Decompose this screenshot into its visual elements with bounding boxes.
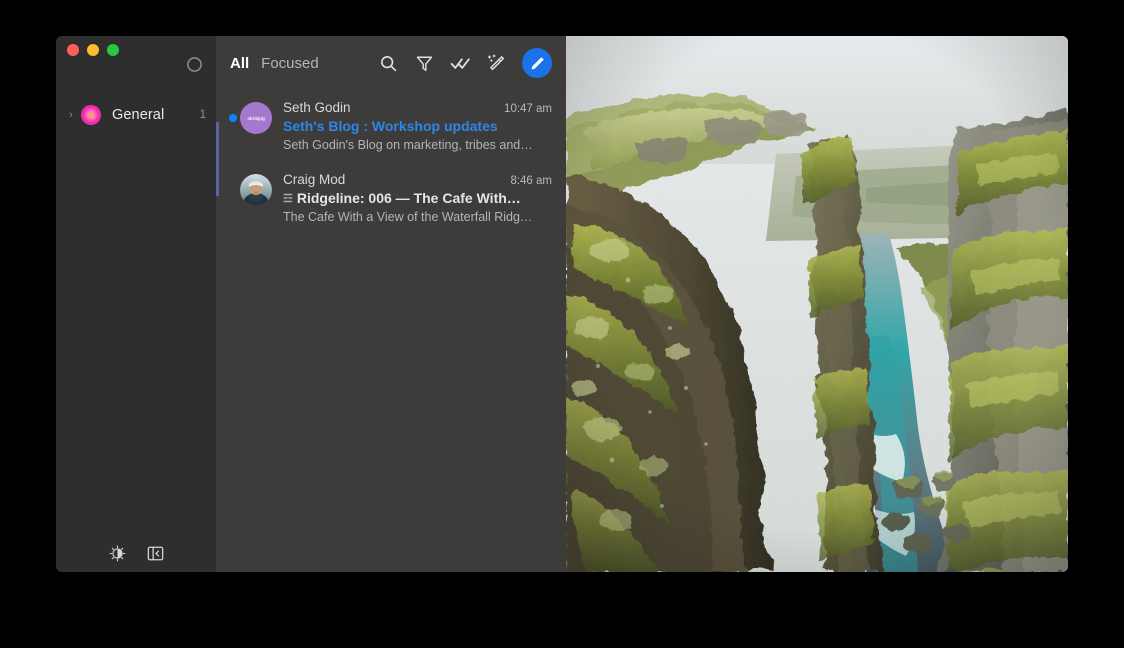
unread-indicator (225, 100, 240, 152)
app-window: › General 1 All Focused altrktkjtpljg Se… (56, 36, 1068, 572)
inbox-filter-tabs: All Focused (230, 55, 319, 72)
tab-all[interactable]: All (230, 55, 249, 72)
folder-list: › General 1 (56, 98, 216, 132)
filter-icon[interactable] (412, 51, 436, 75)
message-timestamp: 10:47 am (504, 103, 552, 115)
mark-all-read-icon[interactable] (448, 51, 472, 75)
message-subject: Seth's Blog : Workshop updates (283, 118, 498, 134)
message-header-row: Craig Mod 8:46 am (283, 172, 552, 187)
message-header-row: Seth Godin 10:47 am (283, 100, 552, 115)
message-subject-row: ☲ Ridgeline: 006 — The Cafe With… (283, 190, 552, 206)
message-list-item[interactable]: Craig Mod 8:46 am ☲ Ridgeline: 006 — The … (216, 162, 566, 234)
message-sender: Seth Godin (283, 100, 351, 115)
message-list-pane: All Focused altrktkjtpljg Seth Godin 10:… (216, 36, 566, 572)
newsletter-glyph-icon: ☲ (283, 193, 293, 205)
sidebar-item-general[interactable]: › General 1 (56, 98, 216, 132)
toolbar-actions (376, 48, 552, 78)
avatar: altrktkjtpljg (240, 102, 272, 134)
maximize-window-button[interactable] (107, 44, 119, 56)
reading-pane (566, 36, 1068, 572)
avatar-photo-icon (240, 174, 272, 206)
chevron-right-icon[interactable]: › (64, 109, 78, 121)
sidebar: › General 1 (56, 36, 216, 572)
message-timestamp: 8:46 am (510, 175, 552, 187)
unread-indicator (225, 172, 240, 224)
unread-dot-icon (228, 114, 237, 122)
sidebar-item-label: General (112, 107, 165, 123)
message-content: Craig Mod 8:46 am ☲ Ridgeline: 006 — The … (283, 172, 552, 224)
unread-count-badge: 1 (199, 109, 206, 121)
message-list-item[interactable]: altrktkjtpljg Seth Godin 10:47 am Seth's… (216, 90, 566, 162)
search-icon[interactable] (376, 51, 400, 75)
message-content: Seth Godin 10:47 am Seth's Blog : Worksh… (283, 100, 552, 152)
minimize-window-button[interactable] (87, 44, 99, 56)
avatar-label: altrktkjtpljg (247, 115, 265, 121)
sidebar-footer (56, 542, 216, 564)
tab-focused[interactable]: Focused (261, 55, 319, 72)
avatar (240, 174, 272, 206)
account-avatar-icon (81, 105, 101, 125)
message-subject: Ridgeline: 006 — The Cafe With… (296, 190, 521, 206)
toggle-sidebar-icon[interactable] (144, 542, 166, 564)
compose-pencil-icon (531, 56, 544, 69)
sync-refresh-icon[interactable] (182, 52, 206, 76)
message-sender: Craig Mod (283, 172, 346, 187)
window-controls (67, 44, 119, 56)
message-preview: The Cafe With a View of the Waterfall Ri… (283, 210, 533, 224)
appearance-theme-icon[interactable] (106, 542, 128, 564)
compose-button[interactable] (522, 48, 552, 78)
magic-wand-icon[interactable] (484, 51, 508, 75)
canyon-landscape-photo (566, 36, 1068, 572)
close-window-button[interactable] (67, 44, 79, 56)
message-list-toolbar: All Focused (216, 36, 566, 90)
message-preview: Seth Godin's Blog on marketing, tribes a… (283, 138, 533, 152)
